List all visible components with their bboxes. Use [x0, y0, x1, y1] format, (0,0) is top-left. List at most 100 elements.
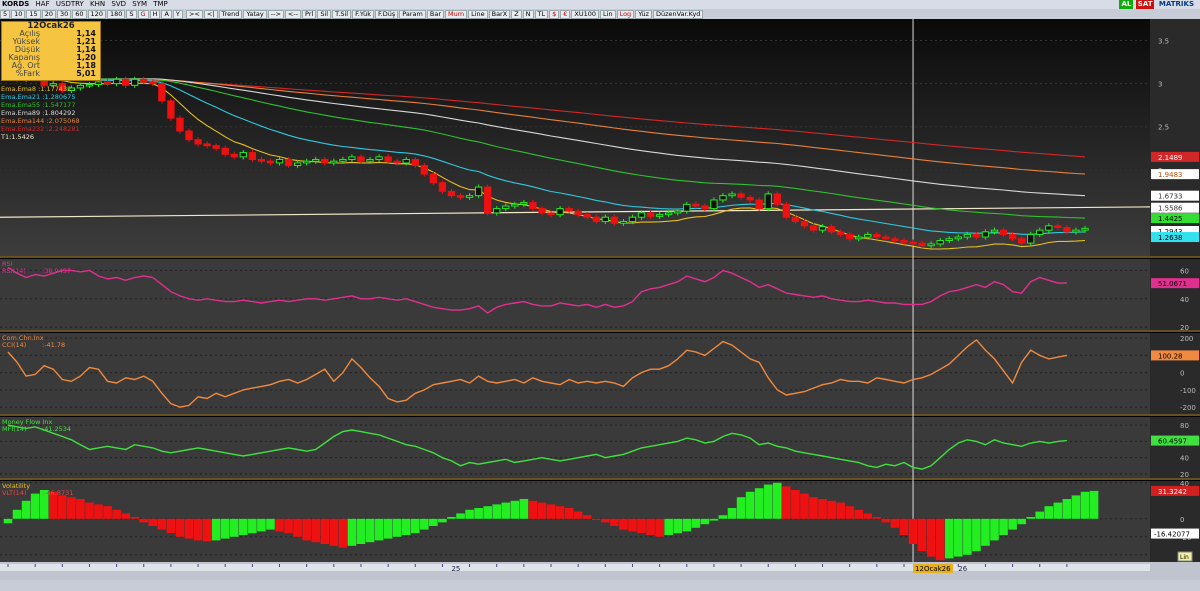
menu-sym[interactable]: SYM [130, 0, 149, 9]
title-bar: KORDS HAF USDTRY KHN SVD SYM TMP AL SAT … [0, 0, 1200, 9]
vol-bar [664, 518, 673, 535]
candle-body [85, 83, 94, 87]
vol-bar [12, 509, 22, 519]
candle-body [737, 193, 745, 198]
symbol-label[interactable]: KORDS [0, 0, 31, 9]
toolbar: 5 10 15 20 30 60 120 180 S G H A Y >< <| Trend Yatay -->… [0, 9, 1200, 19]
toolbar-btn-13[interactable]: Mum [445, 9, 468, 19]
candle-body [592, 216, 600, 223]
buy-badge[interactable]: AL [1119, 0, 1134, 9]
vol-bar [193, 518, 203, 541]
toolbar-btn-25[interactable]: DüzenVar.Kyd [652, 9, 704, 19]
toolbar-btn-23[interactable]: Log [616, 9, 635, 19]
menu-usdtry[interactable]: USDTRY [54, 0, 86, 9]
vol-bar [184, 518, 194, 539]
candle-body [918, 242, 926, 247]
candle-body [818, 226, 827, 231]
toolbar-btn-15[interactable]: BarX [488, 9, 511, 19]
toolbar-btn-11[interactable]: Param [399, 9, 426, 19]
vol-bar [601, 518, 610, 523]
chart-area[interactable]: 3.532.521.52.14891.94831.67331.55861.442… [0, 19, 1200, 591]
toolbar-btn-10[interactable]: F.Düş [374, 9, 399, 19]
toolbar-btn-22[interactable]: Lin [600, 9, 616, 19]
vol-bar [827, 500, 836, 519]
period-120[interactable]: 120 [87, 9, 106, 19]
toolbar-btn-9[interactable]: F.Yük [352, 9, 374, 19]
menu-svd[interactable]: SVD [109, 0, 128, 9]
candle-body [284, 158, 293, 167]
period-y[interactable]: Y [172, 9, 183, 19]
cci-series-label: CCI(14) [2, 341, 26, 349]
candle-body [393, 160, 401, 164]
sell-badge[interactable]: SAT [1135, 0, 1155, 9]
vol-bar [935, 518, 945, 561]
brand-area: AL SAT MATRIKS [1117, 0, 1198, 9]
vol-bar [1026, 517, 1035, 519]
cci-ytick-2: 0 [1180, 370, 1184, 378]
period-20[interactable]: 20 [41, 9, 56, 19]
vol-bar [944, 518, 954, 559]
period-10[interactable]: 10 [11, 9, 26, 19]
mfi-ytick-0: 80 [1180, 422, 1189, 430]
period-h[interactable]: H [149, 9, 161, 19]
toolbar-btn-21[interactable]: XU100 [571, 9, 600, 19]
vol-bar [899, 518, 909, 535]
toolbar-btn-5[interactable]: <-- [284, 9, 302, 19]
toolbar-btn-7[interactable]: Sil [317, 9, 332, 19]
rsi-series-label: RSI(14) [2, 267, 26, 275]
toolbar-btn-12[interactable]: Bar [426, 9, 444, 19]
candle-body [112, 78, 121, 85]
toolbar-btn-1[interactable]: <| [203, 9, 218, 19]
toolbar-btn-3[interactable]: Yatay [243, 9, 267, 19]
candle-body [574, 210, 582, 216]
toolbar-btn-2[interactable]: Trend [218, 9, 243, 19]
toolbar-btn-24[interactable]: Yüz [635, 9, 652, 19]
toolbar-btn-17[interactable]: N [522, 9, 534, 19]
menu-tmp[interactable]: TMP [151, 0, 170, 9]
candle-body [357, 156, 365, 162]
candle-body [266, 160, 275, 164]
vol-bar [745, 491, 755, 519]
period-180[interactable]: 180 [106, 9, 126, 19]
mfi-current-value: :41.2534 [42, 425, 71, 433]
toolbar-btn-8[interactable]: T.Sil [332, 9, 352, 19]
cci-current-value: :-41.78 [42, 341, 65, 349]
period-60[interactable]: 60 [72, 9, 87, 19]
vol-bar [239, 518, 248, 535]
toolbar-btn-0[interactable]: >< [185, 9, 203, 19]
period-5[interactable]: 5 [0, 9, 11, 19]
period-s[interactable]: S [126, 9, 137, 19]
vol-bar [492, 504, 502, 519]
period-a[interactable]: A [161, 9, 172, 19]
menu-khn[interactable]: KHN [88, 0, 107, 9]
candle-body [239, 152, 247, 158]
candle-body [637, 212, 646, 218]
toolbar-btn-4[interactable]: --> [267, 9, 284, 19]
menu-haf[interactable]: HAF [34, 0, 52, 9]
vol-bar [1008, 518, 1017, 530]
brand-logo: MATRIKS [1158, 0, 1194, 8]
vol-bar [754, 488, 764, 519]
toolbar-btn-19[interactable]: $ [549, 9, 560, 19]
candle-body [710, 199, 718, 210]
ema-legend-item-0: Ema.Ema8 :1.177432 [1, 85, 72, 93]
vol-bar [356, 518, 366, 544]
period-15[interactable]: 15 [26, 9, 41, 19]
lin-toggle[interactable]: Lin [1180, 554, 1189, 561]
time-axis-strip [0, 564, 1150, 571]
ema-legend-item-5: Ema.Ema232 :2.248281 [1, 125, 80, 133]
toolbar-btn-18[interactable]: TL [534, 9, 549, 19]
vol-bar [537, 502, 547, 519]
ema-legend-item-2: Ema.Ema55 :1.547177 [1, 101, 76, 109]
toolbar-btn-14[interactable]: Line [468, 9, 488, 19]
toolbar-btn-20[interactable]: € [560, 9, 571, 19]
vol-bar [917, 518, 927, 552]
period-g[interactable]: G [137, 9, 149, 19]
candle-body [411, 158, 419, 167]
vol-bar [519, 499, 529, 519]
info-row-change: %Fark 5,01 [15, 69, 96, 78]
toolbar-btn-6[interactable]: Prl [302, 9, 317, 19]
period-30[interactable]: 30 [56, 9, 72, 19]
toolbar-btn-16[interactable]: Z [511, 9, 522, 19]
candle-body [791, 216, 800, 223]
